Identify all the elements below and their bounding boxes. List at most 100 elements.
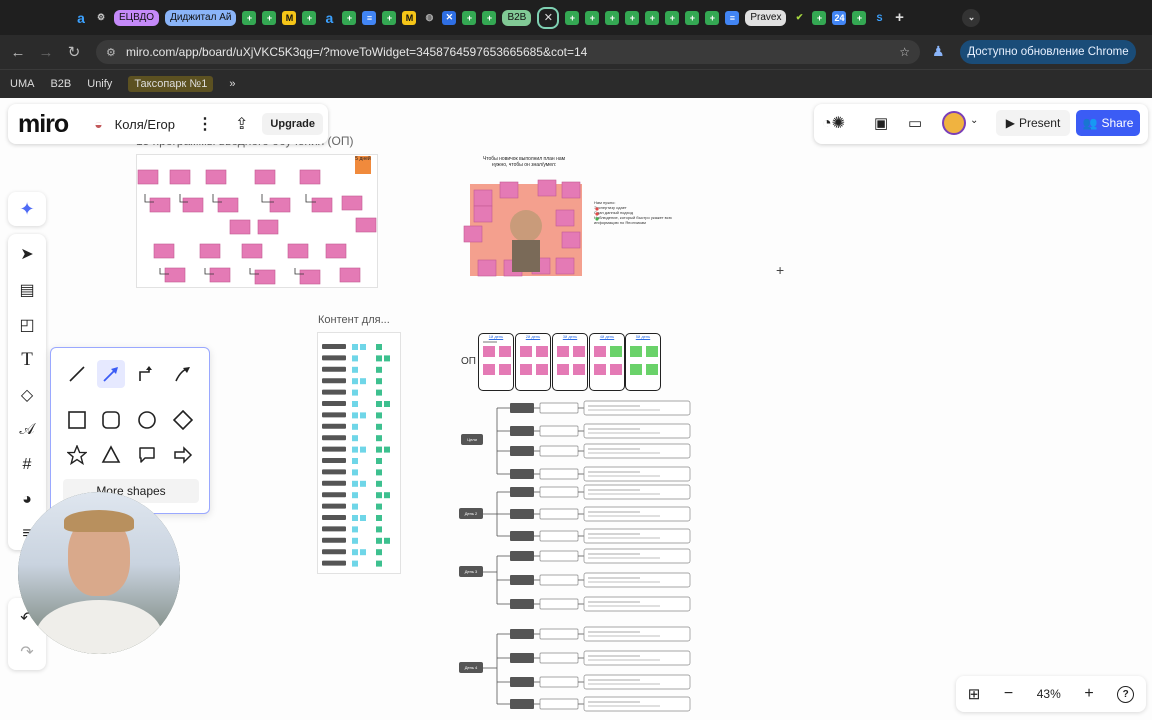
rectangle-icon[interactable]: [63, 406, 91, 434]
line-icon[interactable]: [63, 360, 91, 388]
day-frame[interactable]: 5й день: [625, 333, 661, 391]
calendar-tab-icon[interactable]: 24: [832, 10, 847, 25]
export-icon[interactable]: ⇪: [235, 114, 248, 134]
speech-bubble-icon[interactable]: [133, 441, 161, 469]
day-frame[interactable]: 3й день: [552, 333, 588, 391]
sheets-tab-icon[interactable]: +: [462, 10, 477, 25]
diamond-icon[interactable]: [169, 406, 197, 434]
site-info-icon[interactable]: ⚙: [106, 46, 116, 59]
tab-ecvdo[interactable]: ЕЦВДО: [114, 9, 160, 26]
sheets-tab-icon[interactable]: +: [625, 10, 640, 25]
help-button[interactable]: ?: [1117, 685, 1135, 703]
jira-tab-icon[interactable]: ✕: [442, 10, 457, 25]
sheets-tab-icon[interactable]: +: [262, 10, 277, 25]
sheets-tab-icon[interactable]: +: [685, 10, 700, 25]
board-icon[interactable]: ◒: [94, 116, 102, 132]
sheets-tab-icon[interactable]: +: [242, 10, 257, 25]
comments-icon[interactable]: ▣: [874, 114, 888, 132]
shapes-icon[interactable]: ◇: [17, 385, 37, 405]
tab-digital-ai[interactable]: Диджитал Ай: [165, 9, 237, 26]
reload-icon[interactable]: ↻: [60, 43, 88, 61]
fit-screen-icon[interactable]: ⊞: [968, 685, 981, 703]
tree-root[interactable]: Цели: [461, 434, 483, 445]
templates-icon[interactable]: ▤: [17, 280, 37, 300]
tab-icon-a[interactable]: a: [74, 10, 88, 26]
bookmark-b2b[interactable]: B2B: [50, 78, 71, 90]
sheets-tab-icon[interactable]: +: [645, 10, 660, 25]
sheets-tab-icon[interactable]: +: [565, 10, 580, 25]
miro-tab-icon[interactable]: M: [282, 10, 297, 25]
address-bar[interactable]: ⚙ miro.com/app/board/uXjVKC5K3qg=/?moveT…: [96, 40, 920, 64]
tab-icon-check[interactable]: ✔: [792, 11, 806, 25]
bookmark-unify[interactable]: Unify: [87, 78, 112, 90]
active-tab-close-icon[interactable]: ✕: [537, 6, 560, 29]
sheets-tab-icon[interactable]: +: [705, 10, 720, 25]
forward-icon[interactable]: →: [32, 44, 60, 61]
sheets-tab-icon[interactable]: +: [482, 10, 497, 25]
bookmark-taksopark[interactable]: Таксопарк №1: [128, 76, 214, 92]
tree-root[interactable]: День 3: [459, 566, 483, 577]
sheets-tab-icon[interactable]: +: [605, 10, 620, 25]
frame2-title[interactable]: Чтобы новичок выполнил план нам нужно, ч…: [478, 156, 570, 168]
ai-sparkle-icon[interactable]: ✦: [8, 192, 46, 226]
extension-icon[interactable]: ♟: [932, 43, 945, 60]
tree-root[interactable]: День 2: [459, 508, 483, 519]
mindmap-illustration[interactable]: [470, 184, 582, 276]
sheets-tab-icon[interactable]: +: [382, 10, 397, 25]
select-cursor-icon[interactable]: ➤: [17, 244, 37, 264]
day-frame[interactable]: 2й день: [515, 333, 551, 391]
zoom-out-button[interactable]: −: [1004, 685, 1013, 703]
triangle-icon[interactable]: [97, 441, 125, 469]
day-frame[interactable]: 1й день: [478, 333, 514, 391]
present-button[interactable]: ▶ Present: [996, 110, 1070, 136]
sticky-note-icon[interactable]: ◰: [17, 315, 37, 335]
block-arrow-icon[interactable]: [169, 441, 197, 469]
curved-arrow-icon[interactable]: [169, 360, 197, 388]
miro-logo[interactable]: miro: [18, 110, 69, 139]
bookmarks-overflow-icon[interactable]: »: [229, 78, 235, 90]
bookmark-uma[interactable]: UMA: [10, 78, 34, 90]
avatar[interactable]: [942, 111, 966, 135]
zoom-level[interactable]: 43%: [1037, 687, 1061, 701]
tab-icon-gear[interactable]: ⚙: [94, 11, 108, 25]
content-title[interactable]: Контент для...: [318, 314, 390, 326]
content-table[interactable]: [317, 332, 401, 574]
tree-root[interactable]: День 4: [459, 662, 483, 673]
docs-tab-icon[interactable]: ≡: [725, 10, 740, 25]
docs-tab-icon[interactable]: ≡: [362, 10, 377, 25]
circle-icon[interactable]: [133, 406, 161, 434]
back-icon[interactable]: ←: [4, 44, 32, 61]
arrow-icon[interactable]: [97, 360, 125, 388]
star-icon[interactable]: [63, 441, 91, 469]
elbow-connector-icon[interactable]: [133, 360, 161, 388]
board-name[interactable]: Коля/Егор: [115, 117, 175, 132]
sheets-tab-icon[interactable]: +: [812, 10, 827, 25]
video-call-icon[interactable]: ▭: [908, 114, 922, 132]
webcam-overlay[interactable]: [18, 492, 180, 654]
text-icon[interactable]: T: [17, 349, 37, 370]
rounded-rectangle-icon[interactable]: [97, 406, 125, 434]
sheets-tab-icon[interactable]: +: [665, 10, 680, 25]
frame-icon[interactable]: #: [17, 455, 37, 475]
frame-program[interactable]: [136, 154, 378, 288]
chrome-update-button[interactable]: Доступно обновление Chrome: [960, 40, 1136, 64]
sheets-tab-icon[interactable]: +: [585, 10, 600, 25]
sheets-tab-icon[interactable]: +: [302, 10, 317, 25]
tab-list-chevron-icon[interactable]: ⌄: [962, 8, 981, 27]
pen-icon[interactable]: 𝒜: [17, 420, 37, 440]
tab-icon-a[interactable]: a: [322, 10, 336, 26]
zoom-in-button[interactable]: +: [1084, 685, 1093, 703]
board-menu-icon[interactable]: ⋮: [197, 114, 213, 134]
globe-tab-icon[interactable]: ◍: [422, 11, 436, 25]
upgrade-button[interactable]: Upgrade: [262, 113, 324, 135]
days-badge[interactable]: 5 дней: [355, 156, 371, 174]
reactions-icon[interactable]: ◔✺: [822, 113, 845, 133]
sheets-tab-icon[interactable]: +: [342, 10, 357, 25]
share-button[interactable]: 👥 Share: [1076, 110, 1140, 136]
new-tab-plus-icon[interactable]: +: [892, 9, 906, 26]
tab-b2b[interactable]: B2B: [502, 9, 532, 26]
tab-icon-s[interactable]: S: [872, 11, 886, 25]
day-frame[interactable]: 4й день: [589, 333, 625, 391]
sheets-tab-icon[interactable]: +: [852, 10, 867, 25]
bookmark-star-icon[interactable]: ☆: [899, 45, 910, 59]
